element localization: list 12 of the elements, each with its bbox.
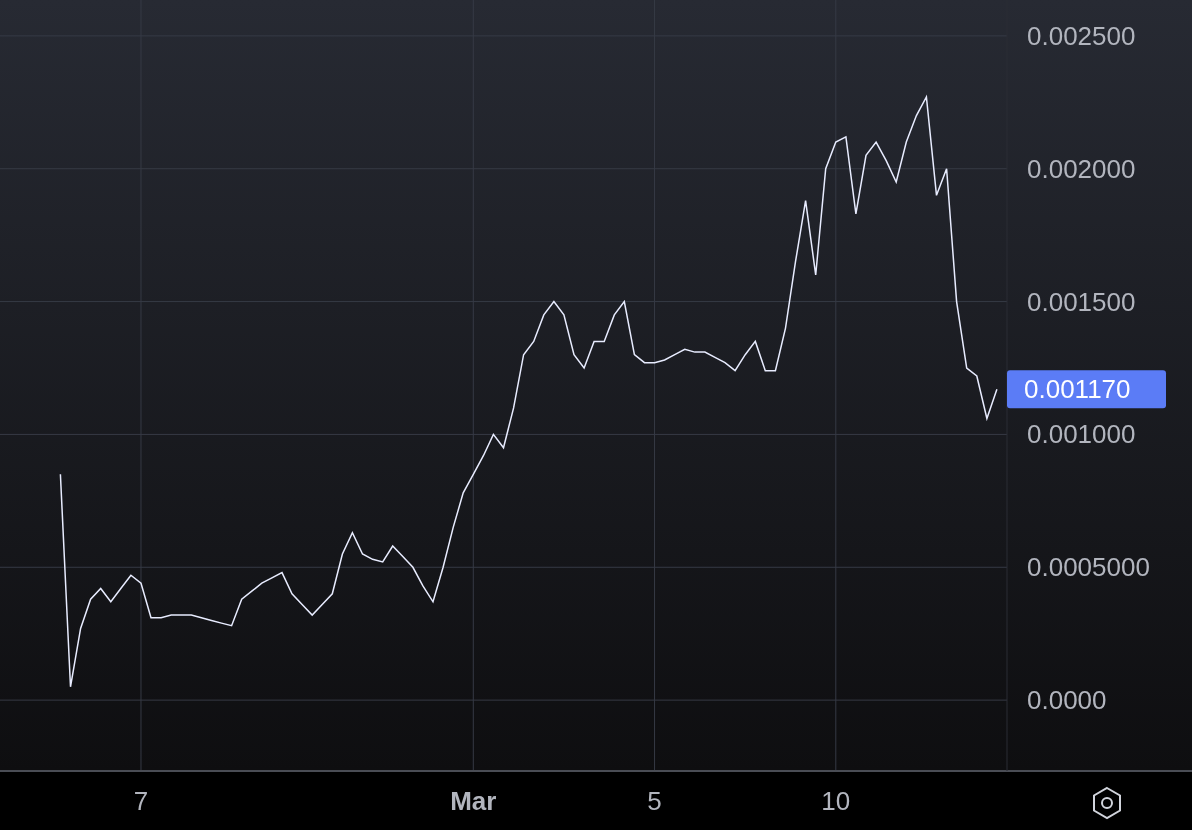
y-tick-label: 0.002000 — [1027, 153, 1136, 184]
y-tick-label: 0.001000 — [1027, 419, 1136, 450]
y-tick-label: 0.0000 — [1027, 685, 1107, 716]
y-tick-label: 0.002500 — [1027, 20, 1136, 51]
x-tick-label: 5 — [647, 786, 662, 816]
y-tick-label: 0.001500 — [1027, 286, 1136, 317]
x-tick-label: Mar — [450, 786, 497, 816]
y-tick-label: 0.0005000 — [1027, 552, 1150, 583]
x-tick-label: 10 — [821, 786, 851, 816]
x-tick-label: 7 — [133, 786, 149, 816]
settings-icon[interactable] — [1093, 786, 1121, 820]
price-label: 0.001170 — [1007, 370, 1166, 409]
